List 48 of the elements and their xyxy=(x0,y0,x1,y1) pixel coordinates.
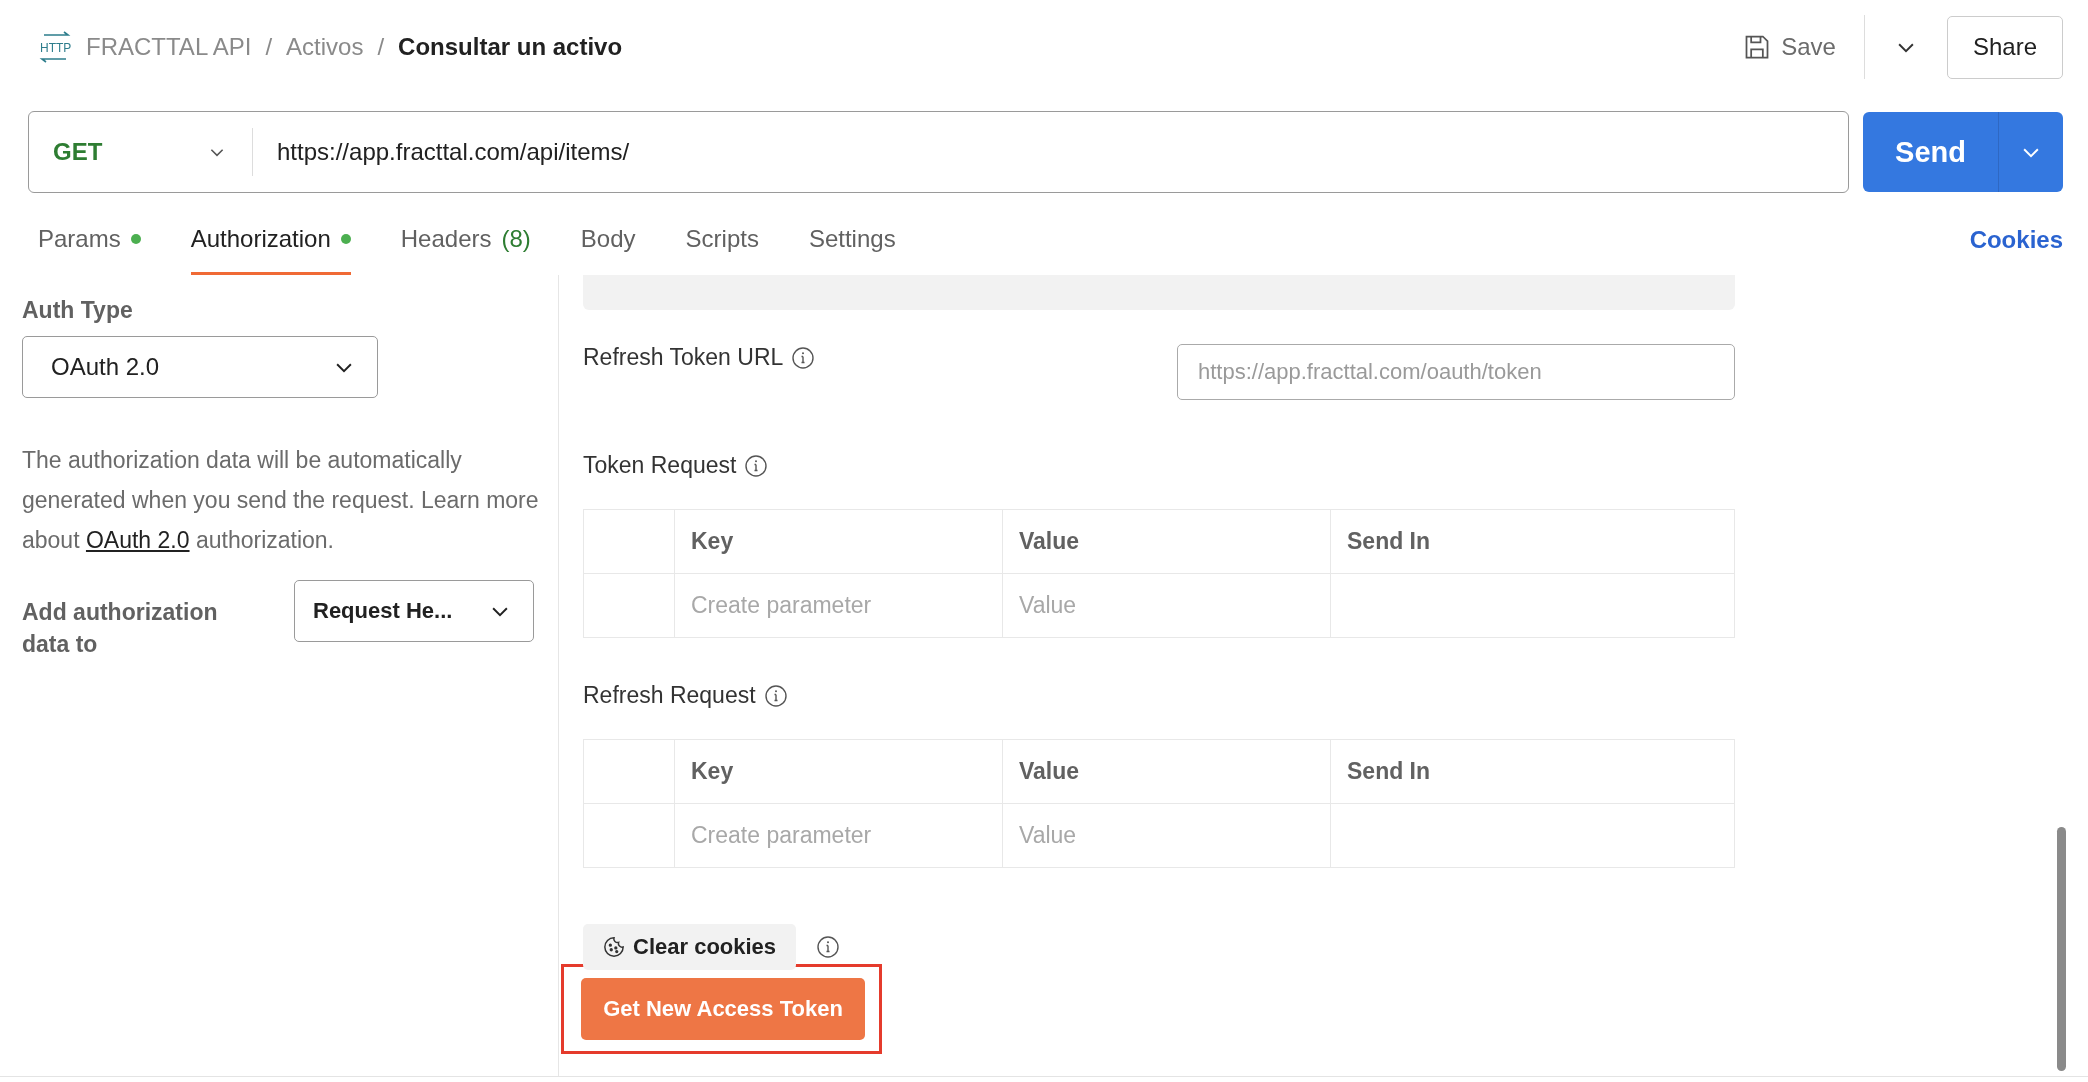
request-tab[interactable]: Scripts xyxy=(685,193,759,275)
key-input[interactable]: Create parameter xyxy=(691,592,986,619)
request-tab[interactable]: Settings xyxy=(808,193,896,275)
breadcrumb-separator: / xyxy=(265,33,273,61)
request-tab[interactable]: Headers (8) xyxy=(400,193,531,275)
share-button[interactable]: Share xyxy=(1946,15,2063,79)
breadcrumb-link[interactable]: FRACTTAL API xyxy=(86,33,252,61)
scrollbar-thumb[interactable] xyxy=(2057,827,2066,1071)
request-tab[interactable]: Body xyxy=(580,193,636,275)
request-tab[interactable]: Authorization xyxy=(190,193,351,275)
save-button[interactable]: Save xyxy=(1743,33,1850,61)
value-input[interactable]: Value xyxy=(1019,592,1314,619)
info-icon xyxy=(763,683,788,708)
breadcrumb-link[interactable]: Activos xyxy=(286,33,364,61)
cookie-icon xyxy=(603,936,625,958)
value-field[interactable]: Value xyxy=(1002,573,1331,638)
value-input[interactable]: Value xyxy=(1019,822,1314,849)
auth-description: The authorization data will be automatically generated when you send the request. Learn more about OAuth 2.0 authorization. xyxy=(22,446,540,555)
column-header: Key xyxy=(674,509,1003,574)
auth-type-dropdown[interactable]: OAuth 2.0 xyxy=(22,336,378,398)
section-title: Token Request xyxy=(583,452,737,479)
column-header: Send In xyxy=(1330,509,1735,574)
column-header: Key xyxy=(674,739,1003,804)
request-tab[interactable]: Params xyxy=(38,193,141,275)
info-icon xyxy=(816,935,841,959)
oauth-link[interactable]: OAuth 2.0 xyxy=(85,527,190,553)
clear-cookies-button[interactable]: Clear cookies xyxy=(583,924,797,970)
method-dropdown[interactable]: GET xyxy=(29,128,253,176)
refresh-token-url-label: Refresh Token URL xyxy=(583,344,784,371)
auth-type-label: Auth Type xyxy=(22,297,134,324)
request-title: Consultar un activo xyxy=(398,33,623,61)
refresh-token-url-field[interactable]: https://app.fracttal.com/oauth/token xyxy=(1177,344,1735,400)
column-header: Value xyxy=(1002,509,1331,574)
cookies-link[interactable]: Cookies xyxy=(1969,214,2063,254)
header-count: (8) xyxy=(501,224,531,253)
add-auth-dropdown[interactable]: Request He... xyxy=(294,580,534,642)
key-field[interactable]: Create parameter xyxy=(674,803,1003,868)
section-title: Refresh Request xyxy=(583,682,756,709)
add-auth-label: Add authorization data to xyxy=(22,598,219,659)
info-icon xyxy=(791,345,816,370)
column-header: Send In xyxy=(1330,739,1735,804)
column-header: Value xyxy=(1002,739,1331,804)
info-icon xyxy=(744,453,769,478)
value-field[interactable]: Value xyxy=(1002,803,1331,868)
key-input[interactable]: Create parameter xyxy=(691,822,986,849)
url-field[interactable]: https://app.fracttal.com/api/items/ xyxy=(253,138,630,166)
breadcrumb-separator: / xyxy=(377,33,385,61)
key-field[interactable]: Create parameter xyxy=(674,573,1003,638)
